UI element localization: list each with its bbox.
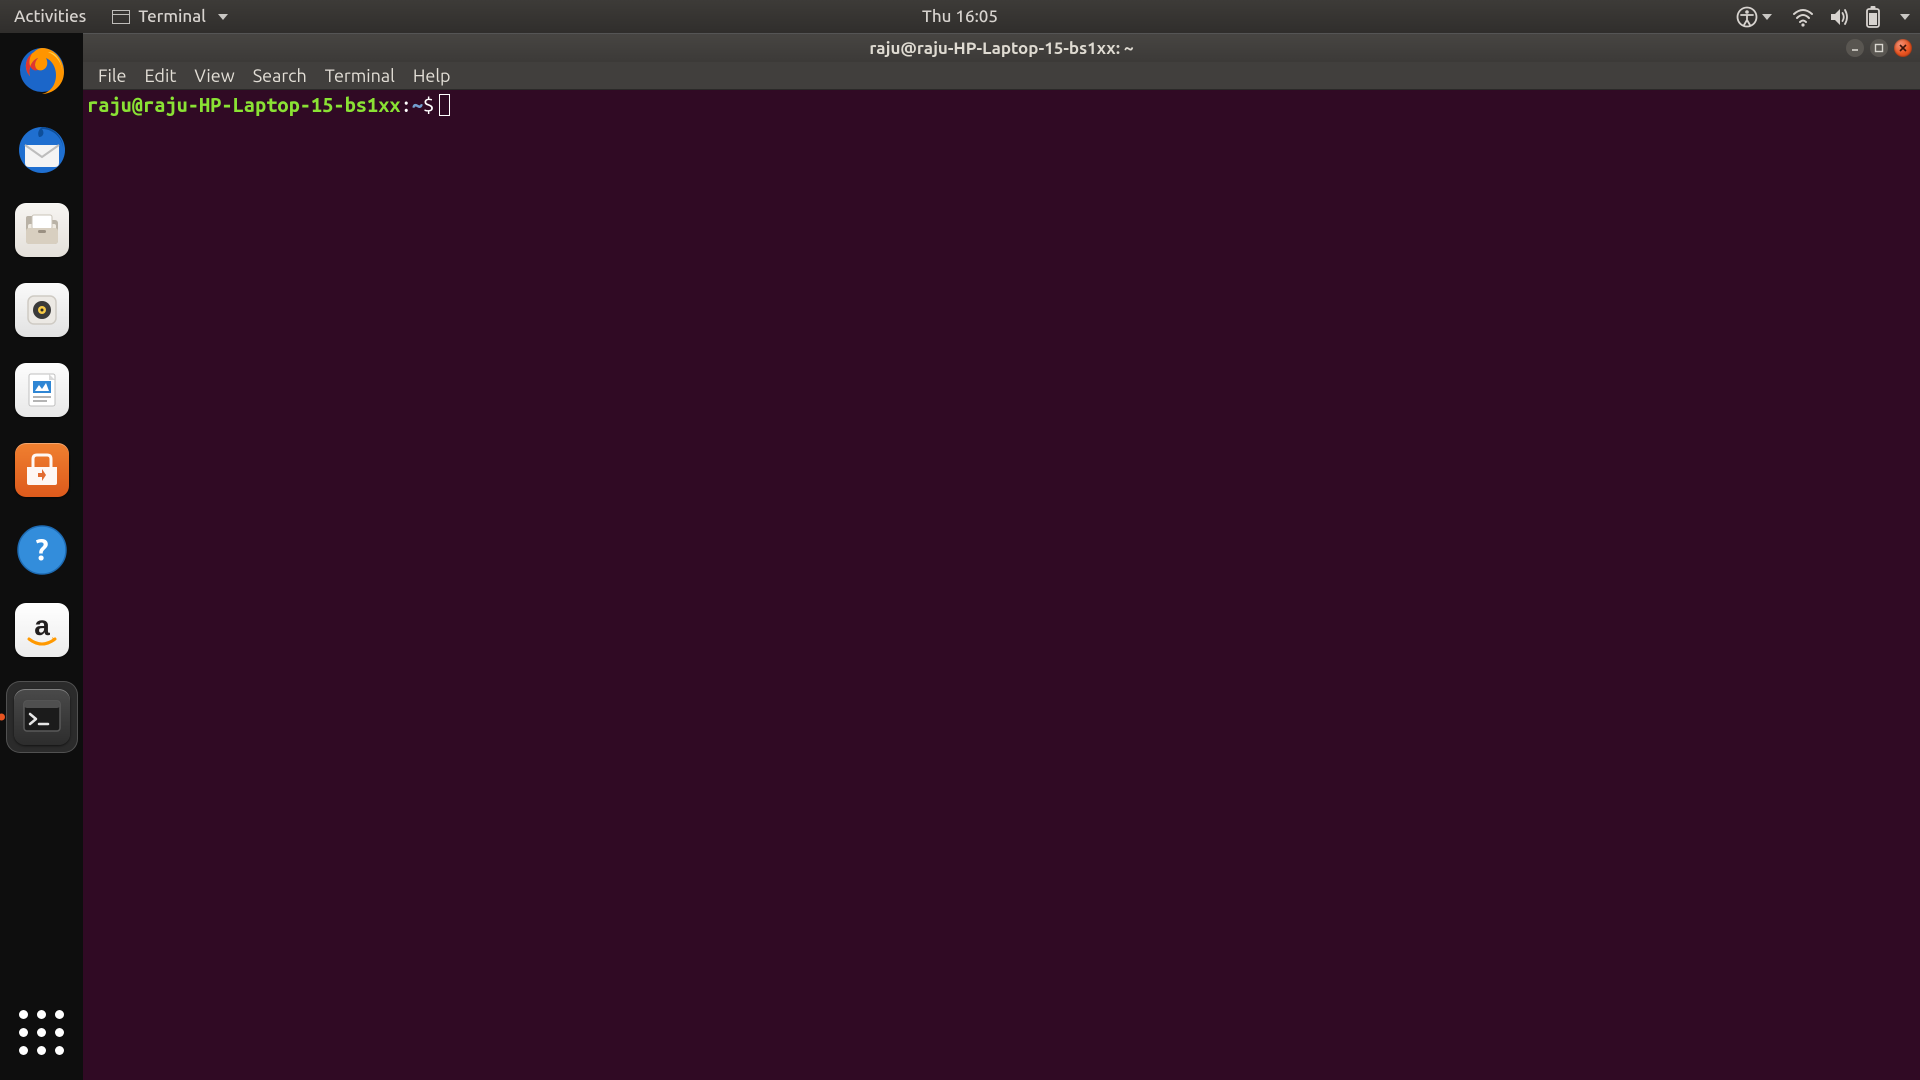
volume-icon bbox=[1828, 6, 1850, 28]
activities-button[interactable]: Activities bbox=[0, 7, 100, 26]
firefox-icon bbox=[14, 42, 70, 98]
dock-help[interactable]: ? bbox=[13, 521, 71, 579]
terminal-body[interactable]: raju@raju-HP-Laptop-15-bs1xx:~$ bbox=[83, 90, 1920, 1080]
app-menu-button[interactable]: Terminal bbox=[100, 7, 240, 26]
menu-help[interactable]: Help bbox=[404, 66, 460, 86]
writer-icon bbox=[15, 363, 69, 417]
prompt-user-host: raju@raju-HP-Laptop-15-bs1xx bbox=[87, 93, 401, 116]
maximize-button[interactable] bbox=[1870, 39, 1888, 57]
menu-edit[interactable]: Edit bbox=[136, 66, 186, 86]
window-controls bbox=[1846, 39, 1912, 57]
minimize-button[interactable] bbox=[1846, 39, 1864, 57]
amazon-icon: a bbox=[15, 603, 69, 657]
menu-terminal[interactable]: Terminal bbox=[316, 66, 404, 86]
close-button[interactable] bbox=[1894, 39, 1912, 57]
dock-ubuntu-software[interactable] bbox=[13, 441, 71, 499]
prompt-separator: : bbox=[401, 93, 412, 116]
svg-text:a: a bbox=[34, 610, 50, 641]
chevron-down-icon bbox=[218, 14, 228, 20]
system-menu[interactable] bbox=[1792, 5, 1910, 29]
window-title: raju@raju-HP-Laptop-15-bs1xx: ~ bbox=[869, 39, 1133, 58]
software-icon bbox=[15, 443, 69, 497]
dock: ? a bbox=[0, 33, 83, 1080]
system-status-area[interactable] bbox=[1736, 5, 1910, 29]
terminal-icon bbox=[14, 689, 70, 745]
top-panel: Activities Terminal Thu 16:05 bbox=[0, 0, 1920, 33]
dock-thunderbird[interactable] bbox=[13, 121, 71, 179]
chevron-down-icon bbox=[1900, 14, 1910, 20]
menu-search[interactable]: Search bbox=[244, 66, 316, 86]
rhythmbox-icon bbox=[15, 283, 69, 337]
app-menu-label: Terminal bbox=[138, 7, 206, 26]
svg-text:?: ? bbox=[35, 532, 48, 566]
accessibility-icon bbox=[1736, 6, 1758, 28]
apps-grid-icon bbox=[19, 1010, 64, 1055]
thunderbird-icon bbox=[15, 123, 69, 177]
dock-rhythmbox[interactable] bbox=[13, 281, 71, 339]
accessibility-menu[interactable] bbox=[1736, 6, 1772, 28]
clock-button[interactable]: Thu 16:05 bbox=[922, 7, 998, 26]
dock-amazon[interactable]: a bbox=[13, 601, 71, 659]
dock-files[interactable] bbox=[13, 201, 71, 259]
prompt-path: ~ bbox=[412, 93, 423, 116]
dock-terminal[interactable] bbox=[6, 681, 78, 753]
help-icon: ? bbox=[16, 524, 68, 576]
prompt-symbol: $ bbox=[423, 93, 434, 116]
menu-file[interactable]: File bbox=[89, 66, 136, 86]
dock-firefox[interactable] bbox=[13, 41, 71, 99]
chevron-down-icon bbox=[1762, 14, 1772, 20]
dock-libreoffice-writer[interactable] bbox=[13, 361, 71, 419]
files-icon bbox=[15, 203, 69, 257]
battery-icon bbox=[1864, 5, 1882, 29]
wifi-icon bbox=[1792, 6, 1814, 28]
menu-bar: File Edit View Search Terminal Help bbox=[83, 62, 1920, 90]
show-applications-button[interactable] bbox=[0, 1010, 83, 1055]
terminal-window-icon bbox=[112, 10, 130, 24]
window-title-bar[interactable]: raju@raju-HP-Laptop-15-bs1xx: ~ bbox=[83, 33, 1920, 62]
cursor-icon bbox=[439, 94, 450, 116]
menu-view[interactable]: View bbox=[185, 66, 243, 86]
